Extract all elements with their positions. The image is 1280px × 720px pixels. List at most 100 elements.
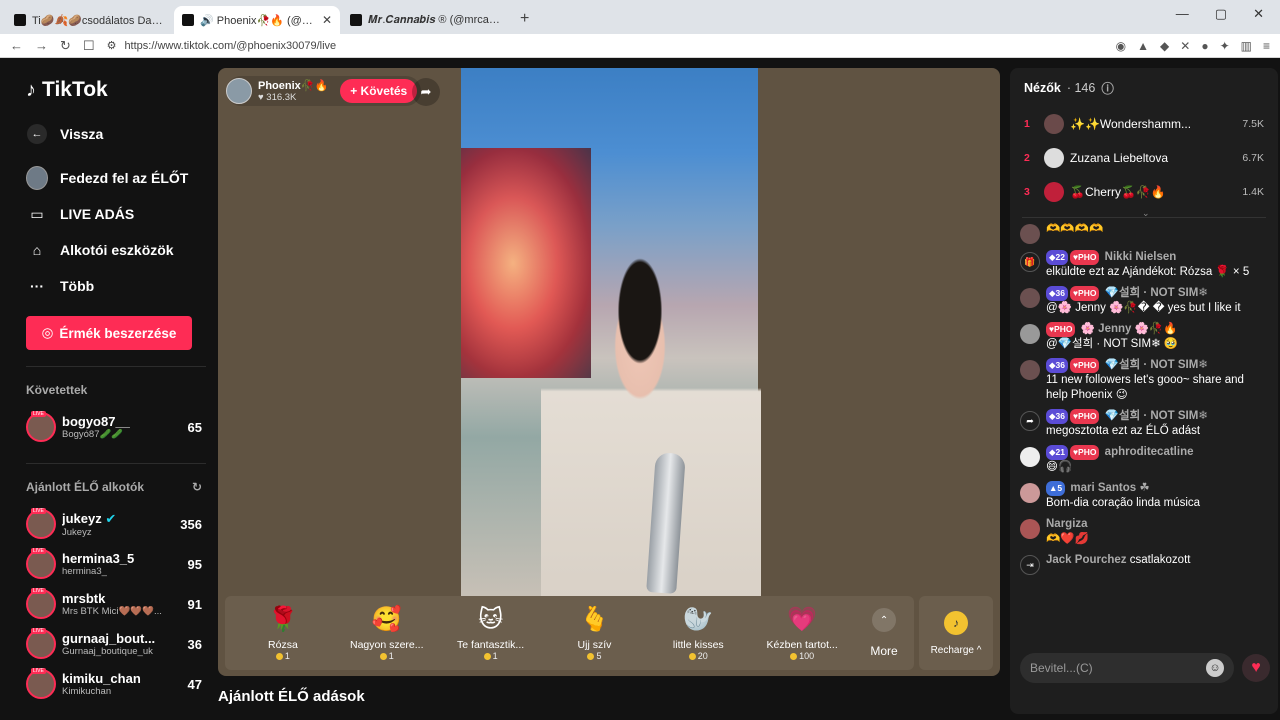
level-badge: ◆36 xyxy=(1046,409,1068,424)
gift-icon: 🎁 xyxy=(1020,252,1040,272)
address-bar: ← → ↻ ☐ ⚙ https://www.tiktok.com/@phoenix… xyxy=(0,34,1280,58)
sidebar: ♪ TikTok ← Vissza Fedezd fel az ÉLŐT ▭ LIVE… xyxy=(8,58,208,720)
browser-tab[interactable]: Ti🥔🍂🥔csodálatos Dalma🍂 (@... xyxy=(6,6,172,34)
video-frame[interactable] xyxy=(461,68,761,598)
top-viewer[interactable]: 2 Zuzana Liebeltova 6.7K xyxy=(1010,141,1278,175)
maximize-button[interactable]: ▢ xyxy=(1215,6,1227,22)
rose-icon: 🌹 xyxy=(267,606,298,633)
avatar: LIVE xyxy=(26,628,56,659)
sidebar-item-creator-tools[interactable]: ⌂ Alkotói eszközök xyxy=(26,232,196,268)
avatar xyxy=(1020,519,1040,539)
host-name[interactable]: Phoenix🥀🔥 xyxy=(258,79,328,92)
close-window-button[interactable]: ✕ xyxy=(1253,6,1264,22)
follow-button[interactable]: + Követés xyxy=(340,79,418,103)
arrow-left-icon: ← xyxy=(27,124,47,144)
live-stream-player[interactable]: Phoenix🥀🔥 ♥ 316.3K + Követés ➦ 🌹 Rózsa 1 🥰… xyxy=(218,68,1000,676)
following-item[interactable]: LIVE bogyo87__ Bogyó87🥒🥒 65 xyxy=(26,407,202,447)
verified-icon: ✔ xyxy=(105,510,117,526)
menu-icon[interactable]: ≡ xyxy=(1263,39,1270,53)
live-badge: LIVE xyxy=(31,508,46,514)
avatar: LIVE xyxy=(26,588,56,619)
sidebar-toggle-icon[interactable]: ▥ xyxy=(1241,39,1252,53)
chat-input[interactable]: Bevitel...(C) ☺ xyxy=(1020,653,1234,683)
heart-icon[interactable]: ♥ xyxy=(1242,654,1270,682)
back-arrow-icon[interactable]: ← xyxy=(10,38,23,54)
host-info: Phoenix🥀🔥 ♥ 316.3K + Követés xyxy=(226,76,422,106)
browser-tab-active[interactable]: 🔊 Phoenix🥀🔥 (@phoenix3007...✕ xyxy=(174,6,340,34)
share-icon: ➦ xyxy=(1020,411,1040,431)
extension-icon[interactable]: ✕ xyxy=(1180,39,1190,53)
emoji-icon[interactable]: ☺ xyxy=(1206,659,1224,677)
top-viewer[interactable]: 1 ✨✨Wondershamm... 7.5K xyxy=(1010,107,1278,141)
extension-icon[interactable]: ◉ xyxy=(1116,39,1126,53)
sidebar-item-explore-live[interactable]: Fedezd fel az ÉLŐT xyxy=(26,160,196,196)
avatar: LIVE xyxy=(26,548,56,579)
gift-item[interactable]: 💗 Kézben tartot... 100 xyxy=(750,605,854,661)
nav-buttons: ← → ↻ ☐ xyxy=(10,38,95,54)
live-badge: LIVE xyxy=(31,668,46,674)
fan-badge: ♥PHO xyxy=(1070,286,1100,301)
host-avatar[interactable] xyxy=(226,78,252,104)
refresh-icon[interactable]: ↻ xyxy=(192,480,202,494)
url-field[interactable]: ⚙ https://www.tiktok.com/@phoenix30079/li… xyxy=(107,39,867,53)
close-tab-icon[interactable]: ✕ xyxy=(322,13,332,27)
live-badge: LIVE xyxy=(31,628,46,634)
info-icon[interactable]: ⓘ xyxy=(1101,78,1114,97)
extension-icon[interactable]: ◆ xyxy=(1160,39,1169,53)
finger-heart-icon: 🫰 xyxy=(579,606,610,633)
new-tab-button[interactable]: + xyxy=(510,10,539,34)
recommended-item[interactable]: LIVE gurnaaj_bout... Gurnaaj_boutique_uk … xyxy=(26,624,202,664)
forward-arrow-icon[interactable]: → xyxy=(35,38,48,54)
puzzle-icon[interactable]: ✦ xyxy=(1220,39,1230,53)
sidebar-item-more[interactable]: ··· Több xyxy=(26,268,196,304)
extension-icon[interactable]: ▲ xyxy=(1137,39,1149,53)
chat-list: 🫶🫶🫶🫶 🎁 ◆22 ♥PHO Nikki Nielsen elküldte ezt … xyxy=(1010,222,1278,575)
fan-badge: ♥PHO xyxy=(1070,445,1100,460)
chevron-down-icon[interactable]: ⌄ xyxy=(1142,208,1150,219)
gift-item[interactable]: 🌹 Rózsa 1 xyxy=(231,605,335,661)
live-badge: LIVE xyxy=(31,548,46,554)
site-settings-icon[interactable]: ⚙ xyxy=(107,39,117,52)
chat-panel: Nézők · 146 ⓘ 1 ✨✨Wondershamm... 7.5K 2 Zuzan… xyxy=(1010,68,1278,714)
gift-bar: 🌹 Rózsa 1 🥰 Nagyon szere... 1 🐱 Te fantasztik… xyxy=(225,596,914,670)
minimize-button[interactable]: — xyxy=(1176,6,1189,22)
chat-message: 🫶🫶🫶🫶 xyxy=(1020,222,1268,244)
recommended-item[interactable]: LIVE mrsbtk Mrs BTK Mici🤎🤎🤎... 91 xyxy=(26,584,202,624)
avatar xyxy=(1044,182,1064,202)
chat-message: ▲5 mari Santos ☘ Bom-dia coração linda mú… xyxy=(1020,481,1268,511)
recharge-button[interactable]: ♪ Recharge ^ xyxy=(919,596,993,670)
get-coins-button[interactable]: ◎ Érmék beszerzése xyxy=(26,316,192,350)
sidebar-item-live[interactable]: ▭ LIVE ADÁS xyxy=(26,196,196,232)
avatar: LIVE xyxy=(26,411,56,442)
more-gifts-button[interactable]: ⌃ More xyxy=(854,608,914,658)
chat-message: ➦ ◆36 ♥PHO 💎설희 · NOT SIM❄ megosztotta ezt a… xyxy=(1020,409,1268,439)
divider xyxy=(26,366,206,367)
recommended-lives-title: Ajánlott ÉLŐ adások xyxy=(218,688,365,705)
gift-item[interactable]: 🥰 Nagyon szere... 1 xyxy=(335,605,439,661)
join-icon: ⇥ xyxy=(1020,555,1040,575)
reload-icon[interactable]: ↻ xyxy=(60,38,71,54)
chat-message: ◆36 ♥PHO 💎설희 · NOT SIM❄ @🌸 Jenny 🌸🥀� � yes… xyxy=(1020,286,1268,316)
live-badge: LIVE xyxy=(31,411,46,417)
avatar xyxy=(26,166,48,190)
coin-icon: ◎ xyxy=(41,325,54,340)
back-button[interactable]: ← Vissza xyxy=(26,116,196,152)
top-viewer[interactable]: 3 🍒Cherry🍒🥀🔥 1.4K xyxy=(1010,175,1278,209)
fan-badge: ♥PHO xyxy=(1070,250,1100,265)
share-icon[interactable]: ➦ xyxy=(412,78,440,106)
extension-icon[interactable]: ● xyxy=(1201,39,1208,53)
chat-input-row: Bevitel...(C) ☺ ♥ xyxy=(1020,652,1270,684)
recommended-item[interactable]: LIVE kimiku_chan Kimikuchan 47 xyxy=(26,664,202,704)
fan-badge: ♥PHO xyxy=(1070,358,1100,373)
gift-item[interactable]: 🦭 little kisses 20 xyxy=(646,605,750,661)
recommended-item[interactable]: LIVE hermina3_5 hermina3_ 95 xyxy=(26,544,202,584)
gift-item[interactable]: 🐱 Te fantasztik... 1 xyxy=(439,605,543,661)
tiktok-note-icon: ♪ xyxy=(26,78,36,101)
fan-badge: ♥PHO xyxy=(1070,409,1100,424)
gift-item[interactable]: 🫰 Ujj szív 5 xyxy=(543,605,647,661)
bookmark-icon[interactable]: ☐ xyxy=(83,38,95,54)
level-badge: ▲5 xyxy=(1046,481,1066,496)
recommended-item[interactable]: LIVE jukeyz ✔ Jukeyz 356 xyxy=(26,504,202,544)
browser-tab[interactable]: 𝑴𝒓.𝑪𝒂𝒏𝒏𝒂𝒃𝒊𝒔 ® (@mrcannabis_)... xyxy=(342,6,508,34)
tiktok-logo[interactable]: ♪ TikTok xyxy=(26,78,196,102)
